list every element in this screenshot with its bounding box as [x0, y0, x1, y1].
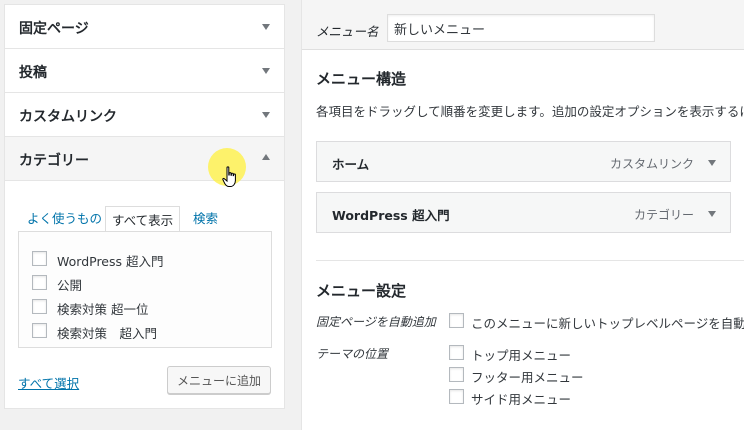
menu-name-input[interactable]	[387, 14, 655, 42]
category-checkbox[interactable]	[32, 251, 47, 266]
category-label: WordPress 超入門	[57, 254, 164, 269]
category-checkbox[interactable]	[32, 275, 47, 290]
accordion-posts[interactable]: 投稿	[5, 49, 284, 93]
add-to-menu-button[interactable]: メニューに追加	[167, 366, 271, 394]
menu-item-title: ホーム	[332, 157, 370, 172]
accordion-custom-links[interactable]: カスタムリンク	[5, 93, 284, 137]
theme-location-label: テーマの位置	[316, 347, 389, 361]
tab-most-used[interactable]: よく使うもの	[27, 208, 102, 227]
caret-up-icon[interactable]	[262, 154, 270, 160]
auto-add-label: 固定ページを自動追加	[316, 315, 436, 329]
location-label: サイド用メニュー	[471, 392, 572, 407]
menu-name-label: メニュー名	[316, 24, 379, 39]
category-label: 公開	[57, 278, 83, 293]
add-menu-items-panel: 固定ページ 投稿 カスタムリンク カテゴリー よく使うもの すべて表示 検索 W…	[4, 4, 285, 409]
caret-down-icon[interactable]	[708, 160, 716, 166]
category-checklist: WordPress 超入門 公開 検索対策 超一位 検索対策 超入門	[18, 231, 272, 348]
accordion-pages-label: 固定ページ	[19, 21, 89, 37]
divider	[316, 260, 744, 261]
category-label: 検索対策 超入門	[57, 326, 158, 341]
tab-view-all[interactable]: すべて表示	[105, 206, 181, 234]
location-checkbox[interactable]	[449, 345, 464, 360]
caret-down-icon[interactable]	[262, 112, 270, 118]
categories-body: よく使うもの すべて表示 検索 WordPress 超入門 公開 検索対策 超一…	[5, 182, 284, 408]
location-checkbox[interactable]	[449, 367, 464, 382]
menu-item-home[interactable]: ホーム カスタムリンク	[316, 141, 731, 182]
hand-cursor-icon	[222, 166, 236, 187]
category-label: 検索対策 超一位	[57, 302, 149, 317]
menu-item-type: カスタムリンク	[609, 157, 694, 171]
caret-down-icon[interactable]	[262, 68, 270, 74]
category-checkbox[interactable]	[32, 323, 47, 338]
category-checkbox[interactable]	[32, 299, 47, 314]
auto-add-checkbox[interactable]	[449, 313, 464, 328]
menu-item-wordpress[interactable]: WordPress 超入門 カテゴリー	[316, 192, 731, 233]
tab-search[interactable]: 検索	[193, 208, 218, 227]
accordion-categories-label: カテゴリー	[19, 153, 89, 169]
menu-name-bar: メニュー名	[302, 0, 744, 50]
location-checkbox[interactable]	[449, 389, 464, 404]
caret-down-icon[interactable]	[708, 211, 716, 217]
accordion-pages[interactable]: 固定ページ	[5, 5, 284, 49]
menu-settings-title: メニュー設定	[316, 282, 407, 300]
menu-structure-description: 各項目をドラッグして順番を変更します。追加の設定オプションを表示するには、	[316, 104, 744, 119]
menu-item-type: カテゴリー	[633, 208, 694, 222]
auto-add-text: このメニューに新しいトップレベルページを自動的に	[471, 316, 744, 331]
accordion-posts-label: 投稿	[19, 65, 47, 81]
location-label: フッター用メニュー	[471, 370, 584, 385]
accordion-custom-links-label: カスタムリンク	[19, 109, 117, 125]
category-tabs: よく使うもの すべて表示 検索	[19, 206, 271, 234]
location-label: トップ用メニュー	[471, 348, 572, 363]
caret-down-icon[interactable]	[262, 24, 270, 30]
menu-editor: メニュー名 メニュー構造 各項目をドラッグして順番を変更します。追加の設定オプシ…	[301, 0, 744, 430]
menu-structure-title: メニュー構造	[316, 70, 407, 88]
menu-item-title: WordPress 超入門	[332, 208, 450, 223]
select-all-link[interactable]: すべて選択	[18, 373, 79, 392]
